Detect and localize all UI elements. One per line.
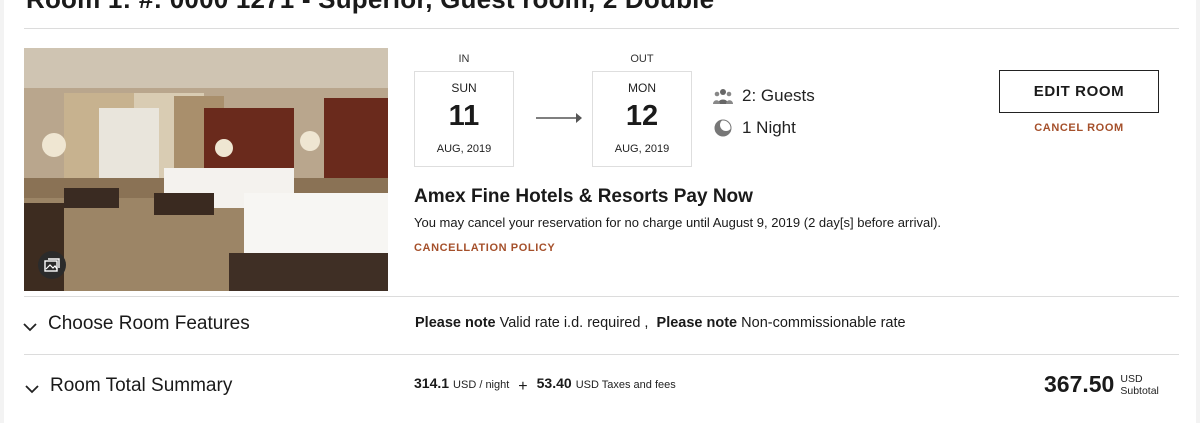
subtotal-currency: USD: [1120, 372, 1143, 385]
note-label: Please note: [656, 315, 738, 331]
guests-info: 2: Guests: [713, 86, 815, 106]
room-features-label: Choose Room Features: [48, 313, 250, 334]
checkout-date-box: MON 12 AUG, 2019: [592, 71, 692, 167]
nights-info: 1 Night: [713, 118, 796, 138]
note-text: Valid rate i.d. required ,: [499, 315, 649, 331]
room-total-summary-label: Room Total Summary: [50, 375, 233, 396]
guests-text: 2: Guests: [742, 86, 815, 105]
note-label: Please note: [415, 315, 496, 331]
divider: [24, 28, 1179, 29]
checkin-month-year: AUG, 2019: [436, 143, 492, 155]
nightly-amount: 314.1: [414, 375, 450, 391]
room-photo-image: [24, 48, 388, 291]
subtotal-label: Subtotal: [1120, 384, 1159, 397]
taxes-amount: 53.40: [536, 375, 572, 391]
rate-name: Amex Fine Hotels & Resorts Pay Now: [414, 186, 753, 207]
checkout-month-year: AUG, 2019: [614, 143, 670, 155]
checkin-date-box: SUN 11 AUG, 2019: [414, 71, 514, 167]
nightly-unit: USD / night: [453, 379, 510, 391]
room-title: Room 1: #: 0000 1271 - Superior, Guest r…: [26, 0, 714, 15]
chevron-down-icon: [25, 385, 39, 394]
taxes-unit: USD Taxes and fees: [575, 379, 676, 391]
reservation-card: Room 1: #: 0000 1271 - Superior, Guest r…: [4, 0, 1196, 423]
divider: [24, 354, 1179, 355]
room-total-summary-toggle[interactable]: Room Total Summary: [24, 375, 232, 397]
plus-sign: +: [518, 378, 528, 395]
edit-room-button[interactable]: EDIT ROOM: [999, 70, 1159, 113]
checkout-day: 12: [625, 100, 659, 132]
subtotal: 367.50 USD Subtotal: [1044, 371, 1159, 398]
chevron-down-icon: [23, 323, 37, 332]
room-features-toggle[interactable]: Choose Room Features: [22, 313, 250, 335]
checkout-weekday: MON: [628, 81, 656, 95]
rate-description: You may cancel your reservation for no c…: [414, 215, 942, 230]
cancellation-policy-link[interactable]: CANCELLATION POLICY: [414, 242, 555, 254]
subtotal-amount: 367.50: [1044, 371, 1115, 397]
arrow-right-icon: [536, 113, 582, 123]
checkin-label: IN: [458, 53, 470, 65]
checkout-label: OUT: [630, 53, 654, 65]
price-breakdown: 314.1 USD / night + 53.40 USD Taxes and …: [414, 375, 676, 395]
divider: [24, 296, 1179, 297]
rate-notes: Please note Valid rate i.d. required , P…: [415, 315, 906, 331]
moon-icon: [713, 118, 733, 138]
checkin-weekday: SUN: [451, 81, 477, 95]
room-photo[interactable]: [24, 48, 388, 291]
nights-text: 1 Night: [742, 118, 796, 137]
guests-icon: [713, 86, 733, 106]
gallery-icon[interactable]: [38, 251, 66, 279]
cancel-room-link[interactable]: CANCEL ROOM: [999, 122, 1159, 134]
subtotal-caption: USD Subtotal: [1120, 373, 1159, 397]
checkin-day: 11: [448, 100, 480, 132]
note-text: Non-commissionable rate: [741, 315, 906, 331]
